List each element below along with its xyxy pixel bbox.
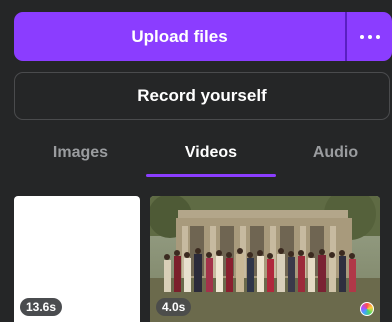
tab-audio-label: Audio <box>312 143 359 161</box>
uploads-panel: Upload files Record yourself Images Vide… <box>0 0 392 322</box>
upload-files-label: Upload files <box>131 26 228 46</box>
video-duration-badge: 13.6s <box>20 298 63 316</box>
tab-videos[interactable]: Videos <box>146 130 276 175</box>
media-tabs: Images Videos Audio <box>0 130 392 178</box>
video-thumbnail[interactable]: 13.6s <box>14 196 140 322</box>
record-yourself-button[interactable]: Record yourself <box>14 72 390 120</box>
record-yourself-label: Record yourself <box>137 86 267 105</box>
tab-images[interactable]: Images <box>18 130 143 175</box>
upload-more-options-button[interactable] <box>347 12 392 61</box>
video-thumbnail[interactable]: 4.0s <box>150 196 380 322</box>
active-tab-indicator <box>146 174 276 177</box>
upload-button-group: Upload files <box>14 12 392 61</box>
video-duration-badge: 4.0s <box>156 298 192 316</box>
more-horizontal-icon <box>359 34 380 39</box>
tab-audio[interactable]: Audio <box>279 130 392 175</box>
upload-files-button[interactable]: Upload files <box>14 12 345 61</box>
tab-images-label: Images <box>52 143 109 161</box>
color-palette-icon <box>360 302 374 316</box>
tab-videos-label: Videos <box>184 143 238 161</box>
